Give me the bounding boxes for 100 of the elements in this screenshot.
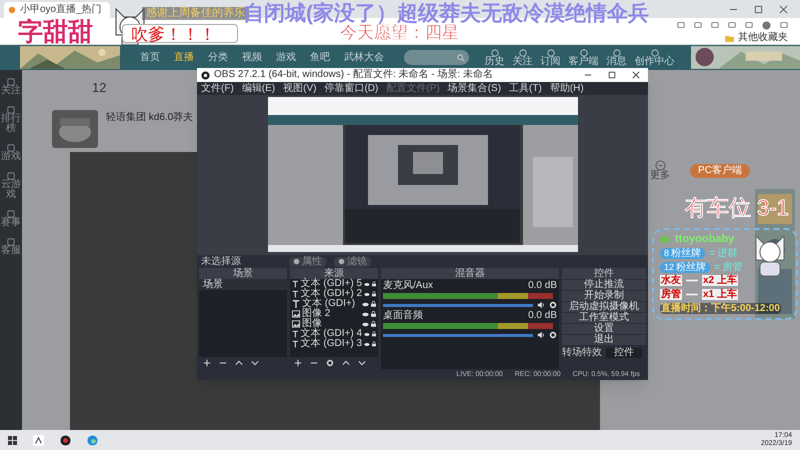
menu-item[interactable]: 帮助(H): [550, 84, 584, 94]
square-icon: [7, 210, 15, 218]
volume-slider[interactable]: [383, 304, 533, 306]
stream-hours: 直播时间：下午5:00-12:00: [660, 303, 781, 314]
menu-item[interactable]: 编辑(E): [242, 84, 276, 94]
chat-icon: [660, 234, 671, 244]
more-button[interactable]: 更多: [650, 160, 670, 181]
circle-icon: [650, 48, 659, 56]
lock-icon[interactable]: [371, 301, 376, 307]
move-up-icon[interactable]: [342, 359, 350, 367]
search-field[interactable]: [404, 50, 469, 65]
circle-icon: [612, 48, 621, 56]
db-reading: 0.0 dB: [528, 281, 557, 291]
header-link[interactable]: 历史: [484, 48, 505, 66]
streamer-name: 字甜甜: [18, 19, 93, 45]
selection-label: 未选择源: [201, 256, 242, 266]
settings-icon[interactable]: [549, 301, 557, 309]
browser-tab[interactable]: 小甲oyo直播_热门: [4, 2, 110, 18]
sidebar-item[interactable]: 赛事: [1, 210, 21, 228]
settings-icon[interactable]: [549, 331, 557, 339]
text-source-icon: [292, 300, 300, 308]
menu-item[interactable]: 场景集合(S): [448, 84, 502, 94]
app-icon[interactable]: [33, 434, 44, 446]
maximize-icon[interactable]: [608, 71, 616, 79]
text-source-icon: [292, 290, 299, 298]
nav-link[interactable]: 武林大会: [344, 50, 384, 65]
control-button[interactable]: 工作室模式: [562, 313, 646, 323]
image-icon: [292, 320, 300, 328]
source-item[interactable]: 文本 (GDI+) 4: [290, 329, 378, 339]
dock-header: 控件: [562, 268, 646, 279]
move-down-icon[interactable]: [251, 359, 259, 367]
badge-perk: = 进群: [709, 248, 738, 259]
text-source-icon: [292, 330, 299, 338]
image-icon: [292, 310, 300, 318]
lock-icon[interactable]: [372, 291, 376, 297]
square-icon: [7, 144, 15, 152]
settings-icon[interactable]: [326, 359, 334, 367]
move-up-icon[interactable]: [235, 359, 243, 367]
menu-item[interactable]: 工具(T): [509, 84, 542, 94]
lock-icon[interactable]: [372, 331, 376, 337]
close-icon[interactable]: [779, 4, 788, 14]
sidebar-item[interactable]: 游戏: [1, 144, 21, 162]
bookmark-folder[interactable]: 其他收藏夹: [725, 33, 788, 43]
scene-item[interactable]: 场景: [199, 279, 287, 290]
menu-item[interactable]: 文件(F): [201, 84, 234, 94]
sidebar-item[interactable]: 云游戏: [1, 172, 21, 200]
header-link[interactable]: 订阅: [540, 48, 561, 66]
lock-icon[interactable]: [371, 311, 376, 317]
move-down-icon[interactable]: [358, 359, 366, 367]
circle-icon: [580, 48, 588, 56]
browser-icon[interactable]: [87, 434, 98, 446]
square-icon: [7, 238, 15, 246]
nav-link[interactable]: 视频: [242, 50, 262, 65]
header-link[interactable]: 创作中心: [634, 48, 675, 66]
text-source-icon: [292, 280, 299, 288]
nav-link[interactable]: 鱼吧: [310, 50, 330, 65]
profile-icon[interactable]: [762, 20, 771, 30]
speaker-icon[interactable]: [537, 301, 545, 309]
header-link[interactable]: 消息: [606, 48, 627, 66]
lock-icon[interactable]: [371, 321, 376, 327]
header-link[interactable]: 关注: [512, 48, 533, 66]
add-icon[interactable]: [294, 359, 302, 367]
sidebar-item[interactable]: 关注: [1, 78, 21, 96]
nav-link[interactable]: 游戏: [276, 50, 296, 65]
site-icon: [8, 6, 16, 14]
nav-link[interactable]: 首页: [140, 50, 160, 65]
control-button[interactable]: 退出: [562, 335, 646, 345]
recorder-icon[interactable]: [60, 434, 71, 446]
transition-field[interactable]: 控件: [606, 348, 642, 358]
control-button[interactable]: 启动虚拟摄像机: [562, 302, 646, 312]
close-icon[interactable]: [632, 71, 640, 79]
lock-icon[interactable]: [372, 281, 376, 287]
header-link[interactable]: 客户端: [568, 48, 599, 66]
menu-item[interactable]: 视图(V): [283, 84, 316, 94]
speaker-icon[interactable]: [537, 331, 545, 339]
source-item[interactable]: 文本 (GDI+) 2: [290, 289, 378, 299]
viewer-type: 水友: [660, 275, 682, 286]
nav-link[interactable]: 分类: [208, 50, 228, 65]
lock-icon[interactable]: [372, 341, 376, 347]
control-button[interactable]: 设置: [562, 324, 646, 334]
volume-slider[interactable]: [383, 334, 533, 336]
circle-icon: [518, 48, 527, 56]
sidebar-item[interactable]: 客服: [1, 238, 21, 256]
add-icon[interactable]: [203, 359, 211, 367]
nav-link[interactable]: 直播: [174, 50, 194, 65]
source-item[interactable]: 文本 (GDI+): [290, 299, 378, 309]
sidebar-item[interactable]: 排行榜: [1, 106, 21, 134]
square-icon: [7, 78, 15, 86]
maximize-icon[interactable]: [754, 4, 763, 14]
source-item[interactable]: 图像 2: [290, 309, 378, 319]
start-icon[interactable]: [8, 436, 17, 444]
control-button[interactable]: 开始录制: [562, 291, 646, 301]
viewer-type: 房管: [660, 289, 682, 300]
control-button[interactable]: 停止推流: [562, 280, 646, 290]
source-item[interactable]: 图像: [290, 319, 378, 329]
channel-name: 桌面音频: [383, 311, 423, 321]
slots-text: 有车位 3-1: [685, 195, 789, 221]
source-item[interactable]: 文本 (GDI+) 5: [290, 279, 378, 289]
menu-item[interactable]: 停靠窗口(D): [324, 84, 378, 94]
source-item[interactable]: 文本 (GDI+) 3: [290, 339, 378, 349]
